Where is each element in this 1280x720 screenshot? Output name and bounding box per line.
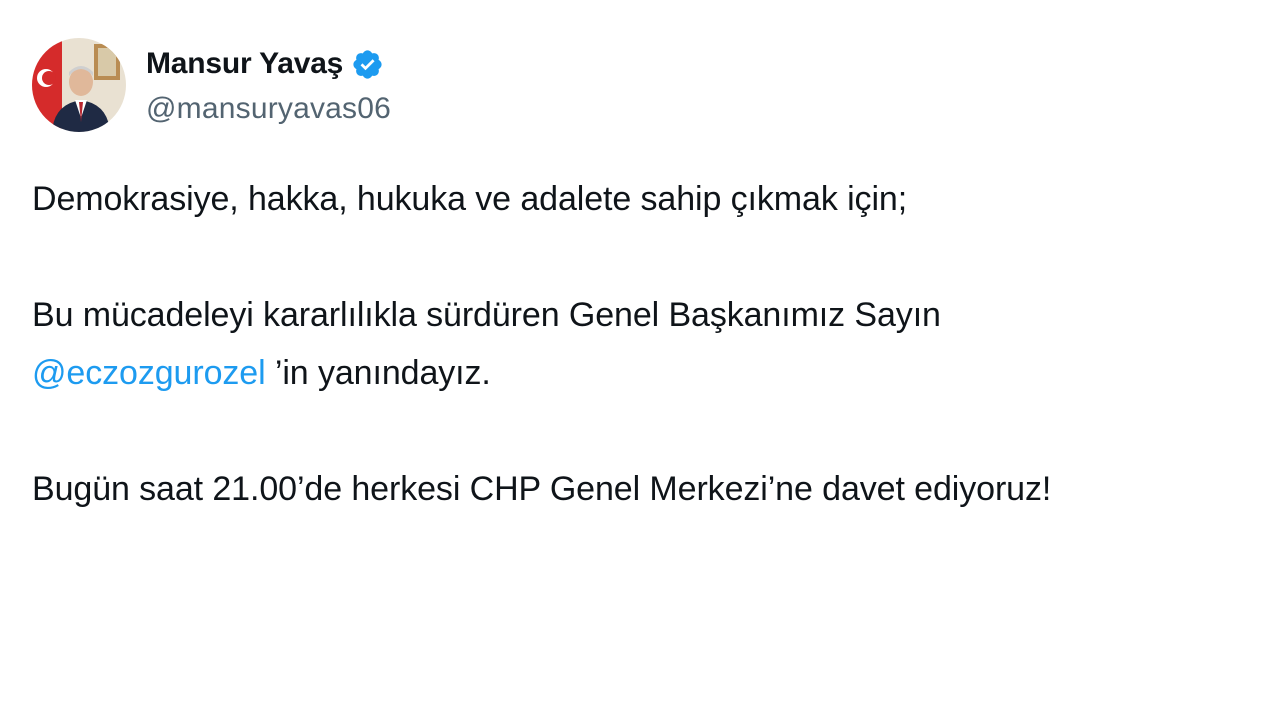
verified-badge-icon	[351, 48, 384, 81]
display-name[interactable]: Mansur Yavaş	[146, 47, 343, 81]
tweet-card: Mansur Yavaş @mansuryavas06 Demokrasiye,…	[0, 0, 1280, 720]
avatar[interactable]	[32, 38, 126, 132]
tweet-header: Mansur Yavaş @mansuryavas06	[32, 37, 391, 133]
name-row: Mansur Yavaş	[146, 44, 391, 84]
tweet-text: Demokrasiye, hakka, hukuka ve adalete sa…	[32, 170, 1272, 518]
profile-photo-icon	[32, 38, 126, 132]
paragraph-3: Bugün saat 21.00’de herkesi CHP Genel Me…	[32, 470, 1052, 508]
handle[interactable]: @mansuryavas06	[146, 92, 391, 126]
mention-link[interactable]: @eczozgurozel	[32, 354, 266, 392]
paragraph-2-line-2: @eczozgurozel ’in yanındayız.	[32, 344, 1272, 402]
paragraph-1: Demokrasiye, hakka, hukuka ve adalete sa…	[32, 180, 908, 218]
author-names: Mansur Yavaş @mansuryavas06	[146, 44, 391, 126]
mention-suffix: ’in yanındayız.	[265, 354, 491, 392]
paragraph-2-line-1: Bu mücadeleyi kararlılıkla sürdüren Gene…	[32, 296, 941, 334]
